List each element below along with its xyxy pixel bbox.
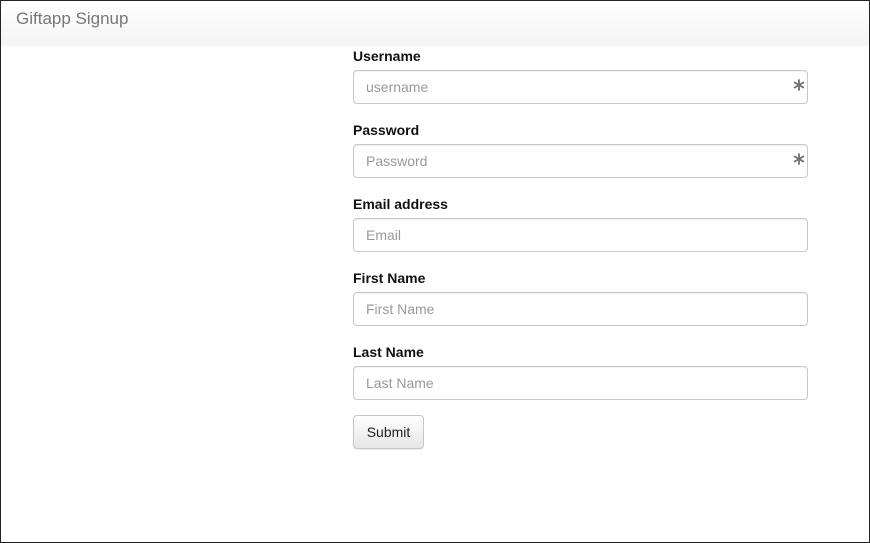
signup-form: Username Password [353, 45, 808, 449]
email-input[interactable] [353, 218, 808, 252]
password-label: Password [353, 122, 420, 138]
first-name-field-group: First Name [353, 267, 808, 341]
signup-page: Giftapp Signup Username Password [0, 0, 870, 543]
last-name-input[interactable] [353, 366, 808, 400]
asterisk-icon [793, 153, 805, 165]
password-input-wrap [353, 144, 808, 178]
first-name-label: First Name [353, 270, 426, 286]
username-field-group: Username [353, 45, 808, 119]
navbar: Giftapp Signup [1, 1, 869, 45]
first-name-input[interactable] [353, 292, 808, 326]
username-input-wrap [353, 70, 808, 104]
last-name-field-group: Last Name [353, 341, 808, 415]
username-input[interactable] [353, 70, 808, 104]
brand-link[interactable]: Giftapp Signup [16, 9, 128, 29]
submit-button[interactable]: Submit [353, 415, 424, 449]
last-name-label: Last Name [353, 344, 424, 360]
email-label: Email address [353, 196, 448, 212]
password-field-group: Password [353, 119, 808, 193]
username-label: Username [353, 48, 421, 64]
asterisk-icon [793, 79, 805, 91]
email-input-wrap [353, 218, 808, 252]
email-field-group: Email address [353, 193, 808, 267]
first-name-input-wrap [353, 292, 808, 326]
password-input[interactable] [353, 144, 808, 178]
last-name-input-wrap [353, 366, 808, 400]
